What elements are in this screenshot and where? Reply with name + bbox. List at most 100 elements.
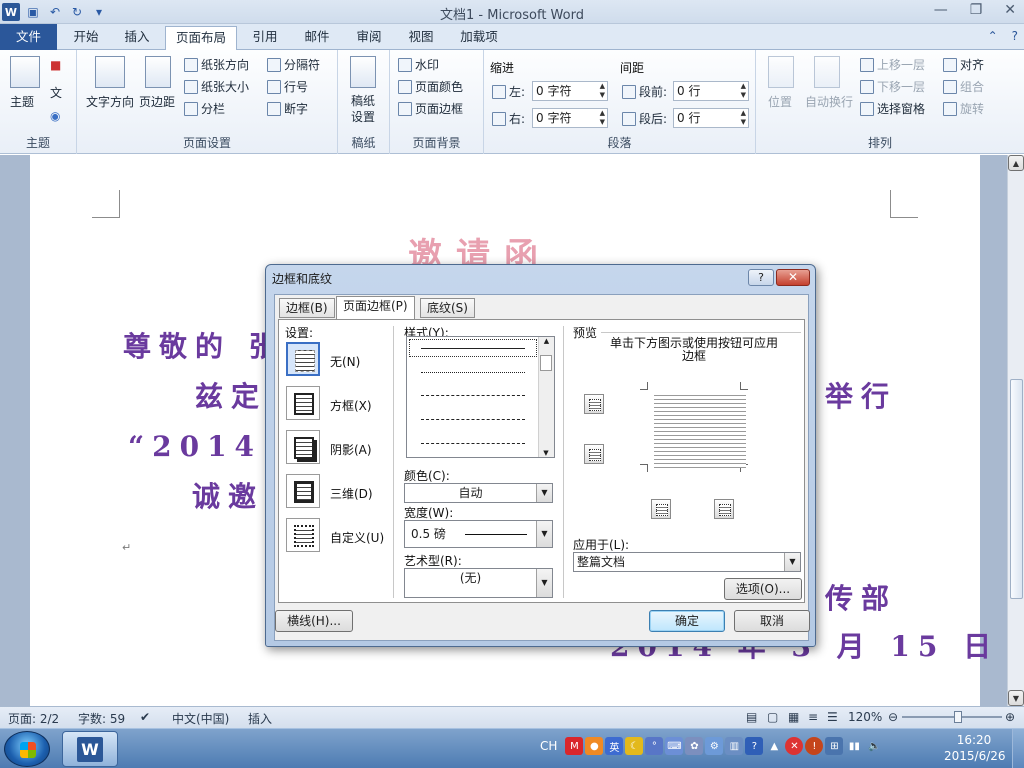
language[interactable]: 中文(中国) [172,710,229,727]
keyboard-icon[interactable]: ⌨ [665,737,684,755]
position-icon[interactable] [768,56,794,88]
tab-review[interactable]: 审阅 [345,26,393,50]
border-style-list[interactable]: ▲ ▼ [406,336,555,458]
spacing-after-input[interactable]: 0 行 ▲ ▼ [673,108,749,128]
ime-m-icon[interactable]: M [565,737,584,755]
draft-settings-icon[interactable] [350,56,376,88]
theme-fonts-button[interactable]: 文 [50,84,62,101]
scroll-up-icon[interactable]: ▲ [1008,155,1024,171]
skin-icon[interactable]: ✿ [685,737,704,755]
text-direction-icon[interactable] [95,56,125,88]
right-border-button[interactable] [714,499,734,519]
setting-custom-label[interactable]: 自定义(U) [330,529,384,546]
columns-button[interactable]: 分栏 [184,100,225,117]
spin-arrows-icon[interactable]: ▲ ▼ [600,109,605,127]
align-button[interactable]: 对齐 [943,56,984,73]
toolbox-icon[interactable]: ▥ [725,737,744,755]
ime-english-icon[interactable]: 英 [605,737,624,755]
network-icon[interactable]: ▮▮ [845,737,863,755]
bring-forward-button[interactable]: 上移一层 [860,56,925,73]
style-list-thumb[interactable] [540,355,552,371]
volume-icon[interactable]: 🔈 [865,737,883,755]
clock[interactable]: 16:20 2015/6/26 [944,732,1006,764]
setting-box-icon[interactable] [286,386,320,420]
hyphenation-button[interactable]: 断字 [267,100,308,117]
help-icon[interactable]: ? [1012,29,1018,43]
start-button[interactable] [4,731,50,767]
style-list-scrollbar[interactable]: ▲ ▼ [538,337,554,457]
zoom-slider-thumb[interactable] [954,711,962,723]
moon-icon[interactable]: ☾ [625,737,644,755]
style-dash-dot[interactable] [421,443,525,444]
show-hidden-icons-icon[interactable]: ▲ [765,737,783,755]
spin-arrows-icon[interactable]: ▲ ▼ [741,82,746,100]
tab-shading[interactable]: 底纹(S) [420,298,475,318]
tab-addins[interactable]: 加载项 [450,26,508,50]
setting-none-label[interactable]: 无(N) [330,353,360,370]
setting-shadow-label[interactable]: 阴影(A) [330,441,372,458]
setting-3d-label[interactable]: 三维(D) [330,485,373,502]
vertical-scrollbar[interactable]: ▲ ▼ [1007,155,1024,706]
security-alert-icon[interactable]: ✕ [785,737,804,755]
orientation-button[interactable]: 纸张方向 [184,56,249,73]
themes-icon[interactable] [10,56,40,88]
width-select[interactable]: 0.5 磅 ▼ [404,520,553,548]
themes-button[interactable]: 主题 [10,93,34,110]
position-button[interactable]: 位置 [768,93,792,110]
collapse-ribbon-icon[interactable]: ⌃ [988,29,998,43]
scroll-down-icon[interactable]: ▼ [1008,690,1024,706]
send-backward-button[interactable]: 下移一层 [860,78,925,95]
tab-insert[interactable]: 插入 [113,26,161,50]
zoom-slider-track[interactable] [902,716,1002,718]
print-layout-view-icon[interactable]: ▤ [746,710,757,724]
rotate-button[interactable]: 旋转 [943,100,984,117]
chevron-down-icon[interactable]: ▼ [536,569,552,597]
spin-arrows-icon[interactable]: ▲ ▼ [600,82,605,100]
page-color-button[interactable]: 页面颜色 [398,78,463,95]
spacing-before-input[interactable]: 0 行 ▲ ▼ [673,81,749,101]
setting-shadow-icon[interactable] [286,430,320,464]
ok-button[interactable]: 确定 [649,610,725,632]
chevron-down-icon[interactable]: ▼ [784,553,800,571]
watermark-button[interactable]: 水印 [398,56,439,73]
tray-app-icon[interactable]: ● [585,737,604,755]
draft-settings-button[interactable]: 稿纸 设置 [351,93,375,125]
zoom-level[interactable]: 120% [848,710,882,724]
style-solid[interactable] [421,348,525,349]
indent-right-input[interactable]: 0 字符 ▲ ▼ [532,108,608,128]
full-screen-view-icon[interactable]: ▢ [767,710,778,724]
tab-page-border[interactable]: 页面边框(P) [336,296,415,319]
margins-icon[interactable] [145,56,171,88]
setting-custom-icon[interactable] [286,518,320,552]
wrap-text-icon[interactable] [814,56,840,88]
windows-flag-icon[interactable]: ⊞ [825,737,844,755]
size-button[interactable]: 纸张大小 [184,78,249,95]
apply-to-select[interactable]: 整篇文档 ▼ [573,552,801,572]
proofing-icon[interactable]: ✔ [140,710,150,724]
wrap-text-button[interactable]: 自动换行 [805,93,853,110]
show-desktop-button[interactable] [1012,729,1024,768]
color-select[interactable]: 自动 ▼ [404,483,553,503]
line-numbers-button[interactable]: 行号 [267,78,308,95]
margins-button[interactable]: 页边距 [139,93,175,110]
left-border-button[interactable] [651,499,671,519]
tab-mailings[interactable]: 邮件 [293,26,341,50]
word-count[interactable]: 字数: 59 [78,710,125,727]
theme-colors-button[interactable]: ■ [50,58,61,72]
options-button[interactable]: 选项(O)... [724,578,802,600]
punctuation-icon[interactable]: ° [645,737,664,755]
top-border-button[interactable] [584,394,604,414]
scroll-down-icon[interactable]: ▼ [539,449,553,457]
setting-box-label[interactable]: 方框(X) [330,397,372,414]
insert-mode[interactable]: 插入 [248,710,272,727]
group-button[interactable]: 组合 [943,78,984,95]
zoom-out-icon[interactable]: ⊖ [888,710,898,724]
setting-none-icon[interactable] [286,342,320,376]
restore-icon[interactable]: ❐ [970,2,983,18]
minimize-icon[interactable]: — [934,2,948,18]
art-select[interactable]: (无) ▼ [404,568,553,598]
taskbar-word-button[interactable]: W [62,731,118,767]
horizontal-line-button[interactable]: 横线(H)... [275,610,353,632]
chevron-down-icon[interactable]: ▼ [536,484,552,502]
text-direction-button[interactable]: 文字方向 [86,93,134,110]
